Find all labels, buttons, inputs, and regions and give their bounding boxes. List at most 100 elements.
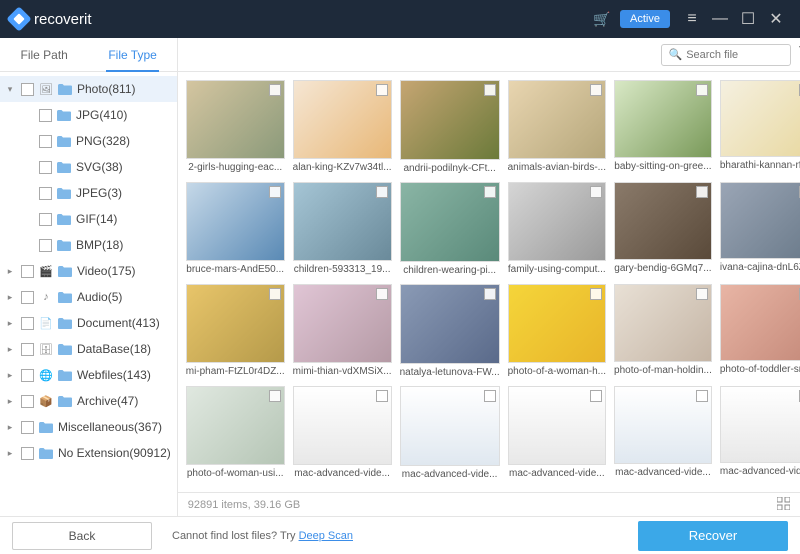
checkbox[interactable] [21,83,34,96]
tree-item[interactable]: JPEG(3) [0,180,177,206]
tree-item[interactable]: ▸🗄DataBase(18) [0,336,177,362]
thumbnail-image[interactable] [293,80,392,159]
thumbnail-checkbox[interactable] [696,288,708,300]
thumbnail-checkbox[interactable] [269,186,281,198]
tree-item[interactable]: ▸📦Archive(47) [0,388,177,414]
search-input[interactable] [686,49,784,61]
thumbnail-checkbox[interactable] [696,84,708,96]
thumbnail-checkbox[interactable] [696,186,708,198]
thumbnail[interactable]: gary-bendig-6GMq7... [614,182,712,276]
checkbox[interactable] [21,317,34,330]
thumbnail[interactable]: children-wearing-pi... [400,182,500,276]
thumbnail[interactable]: bharathi-kannan-rfL... [720,80,800,174]
chevron-icon[interactable]: ▸ [4,370,16,381]
thumbnail-checkbox[interactable] [484,84,496,96]
chevron-icon[interactable]: ▸ [4,422,16,433]
thumbnail-image[interactable] [614,386,712,464]
tree-item[interactable]: GIF(14) [0,206,177,232]
tree-item[interactable]: ▸📄Document(413) [0,310,177,336]
checkbox[interactable] [21,291,34,304]
thumbnail-image[interactable] [614,284,712,362]
thumbnail[interactable]: mi-pham-FtZL0r4DZ... [186,284,285,378]
chevron-icon[interactable]: ▸ [4,266,16,277]
chevron-icon[interactable]: ▸ [4,448,16,459]
thumbnail-image[interactable] [720,182,800,259]
thumbnail-image[interactable] [614,182,712,260]
thumbnail-image[interactable] [400,80,500,160]
thumbnail-checkbox[interactable] [376,186,388,198]
thumbnail-image[interactable] [508,80,606,159]
thumbnail[interactable]: bruce-mars-AndE50... [186,182,285,276]
checkbox[interactable] [39,109,52,122]
thumbnail[interactable]: family-using-comput... [508,182,606,276]
tree-item[interactable]: ▸Miscellaneous(367) [0,414,177,440]
checkbox[interactable] [39,161,52,174]
chevron-icon[interactable]: ▸ [4,344,16,355]
thumbnail-checkbox[interactable] [590,84,602,96]
thumbnail-image[interactable] [720,284,800,361]
chevron-icon[interactable]: ▸ [4,396,16,407]
minimize-icon[interactable]: — [706,5,734,33]
thumbnail[interactable]: photo-of-toddler-sm... [720,284,800,378]
thumbnail[interactable]: photo-of-woman-usi... [186,386,285,480]
tab-file-type[interactable]: File Type [88,38,176,71]
checkbox[interactable] [21,369,34,382]
checkbox[interactable] [39,135,52,148]
thumbnail[interactable]: mac-advanced-vide... [400,386,500,480]
tree-item[interactable]: JPG(410) [0,102,177,128]
thumbnail-image[interactable] [400,284,500,364]
back-button[interactable]: Back [12,522,152,550]
thumbnail-checkbox[interactable] [269,390,281,402]
thumbnail-image[interactable] [293,284,392,363]
thumbnail[interactable]: mac-advanced-vide... [293,386,392,480]
thumbnail-image[interactable] [720,80,800,157]
thumbnail-checkbox[interactable] [484,390,496,402]
thumbnail[interactable]: natalya-letunova-FW... [400,284,500,378]
thumbnail-checkbox[interactable] [269,84,281,96]
tree-item[interactable]: PNG(328) [0,128,177,154]
maximize-icon[interactable]: ☐ [734,5,762,33]
thumbnail-checkbox[interactable] [590,390,602,402]
thumbnail-image[interactable] [508,284,606,363]
checkbox[interactable] [21,265,34,278]
thumbnail[interactable]: mac-advanced-vide... [508,386,606,480]
checkbox[interactable] [21,447,34,460]
thumbnail[interactable]: animals-avian-birds-... [508,80,606,174]
thumbnail-checkbox[interactable] [376,288,388,300]
thumbnail-checkbox[interactable] [269,288,281,300]
chevron-icon[interactable]: ▸ [4,318,16,329]
thumbnail-checkbox[interactable] [376,390,388,402]
close-icon[interactable]: ✕ [762,5,790,33]
tree-item[interactable]: SVG(38) [0,154,177,180]
recover-button[interactable]: Recover [638,521,788,551]
thumbnail-image[interactable] [293,182,392,261]
thumbnail-image[interactable] [293,386,392,465]
checkbox[interactable] [39,239,52,252]
active-badge[interactable]: Active [620,10,670,28]
thumbnail-checkbox[interactable] [484,288,496,300]
chevron-icon[interactable]: ▸ [4,292,16,303]
thumbnail-checkbox[interactable] [590,186,602,198]
thumbnail[interactable]: andrii-podilnyk-CFt... [400,80,500,174]
thumbnail-image[interactable] [400,386,500,466]
thumbnail[interactable]: photo-of-a-woman-h... [508,284,606,378]
chevron-icon[interactable]: ▾ [4,84,16,95]
tree-item[interactable]: BMP(18) [0,232,177,258]
search-box[interactable]: 🔍 [661,44,791,66]
thumbnail[interactable]: alan-king-KZv7w34tl... [293,80,392,174]
tree-item[interactable]: ▸♪Audio(5) [0,284,177,310]
thumbnail[interactable]: mac-advanced-vide... [614,386,712,480]
checkbox[interactable] [21,421,34,434]
thumbnail-image[interactable] [614,80,712,158]
thumbnail-image[interactable] [400,182,500,262]
thumbnail-checkbox[interactable] [696,390,708,402]
grid-view-icon[interactable] [777,497,790,513]
checkbox[interactable] [39,213,52,226]
thumbnail-image[interactable] [186,386,285,465]
thumbnail[interactable]: children-593313_19... [293,182,392,276]
thumbnail[interactable]: mimi-thian-vdXMSiX... [293,284,392,378]
menu-icon[interactable]: ≡ [678,5,706,33]
thumbnail-checkbox[interactable] [484,186,496,198]
thumbnail-image[interactable] [508,386,606,465]
thumbnail-image[interactable] [720,386,800,463]
